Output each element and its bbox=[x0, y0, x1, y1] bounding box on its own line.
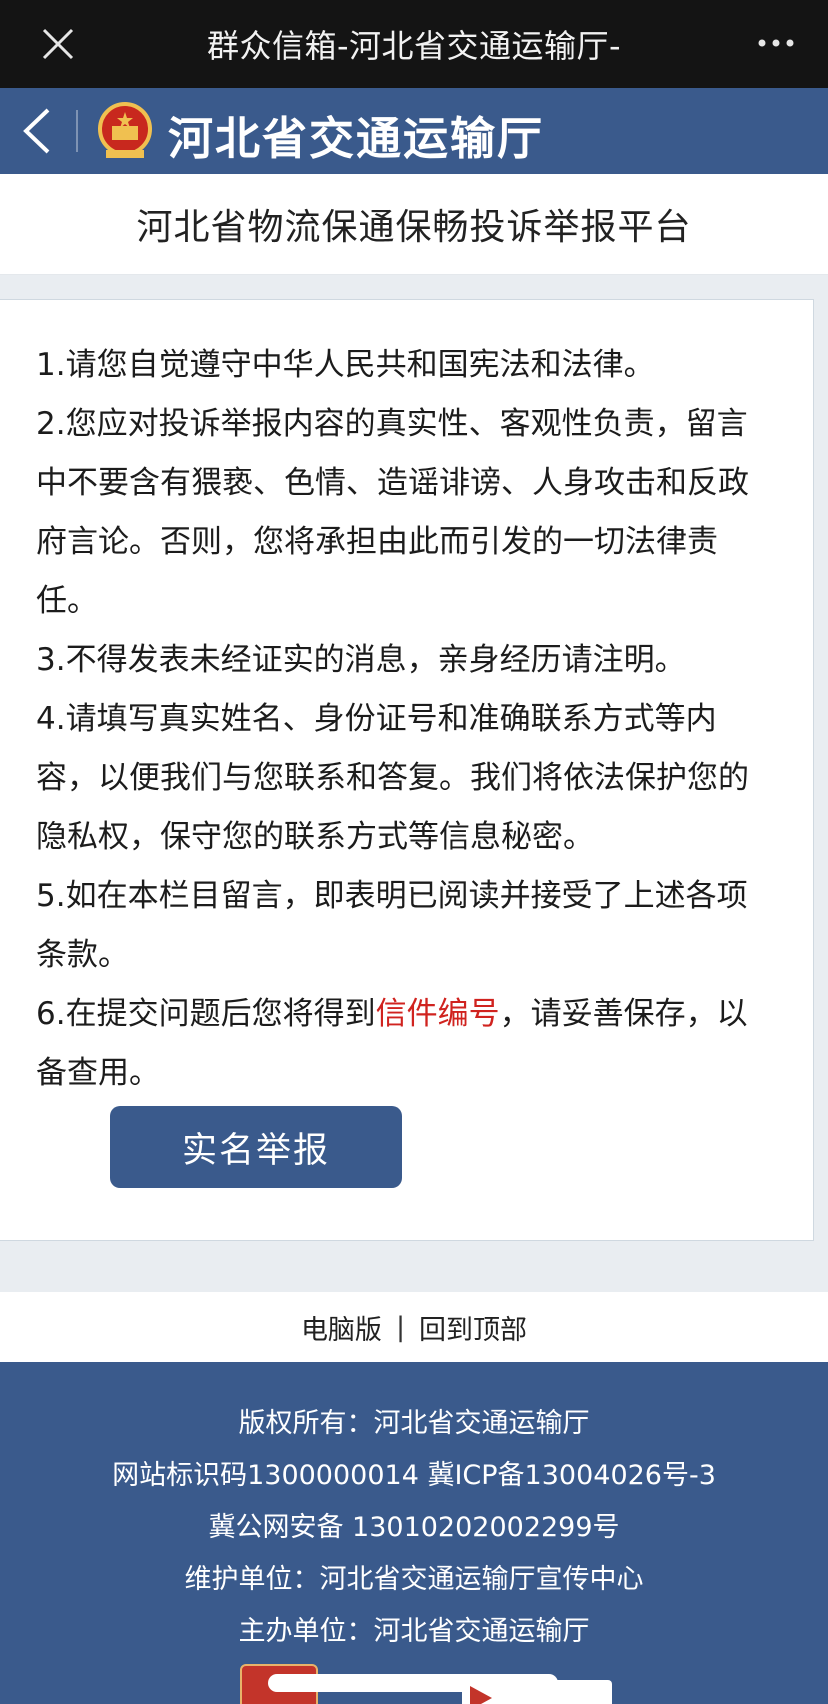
site-name: 河北省交通运输厅 bbox=[168, 112, 545, 165]
police-record-text: 冀公网安备 13010202002299号 bbox=[208, 1512, 620, 1543]
header-divider bbox=[76, 110, 78, 152]
back-to-top-link[interactable]: 回到顶部 bbox=[419, 1308, 527, 1347]
close-icon[interactable] bbox=[38, 24, 78, 64]
platform-header: 河北省物流保通保畅投诉举报平台 bbox=[0, 174, 828, 275]
site-header: 河北省交通运输厅 bbox=[0, 88, 828, 174]
letter-number-highlight: 信件编号 bbox=[375, 996, 500, 1032]
page-title: 群众信箱-河北省交通运输厅- bbox=[206, 27, 622, 65]
site-id-text: 网站标识码1300000014 冀ICP备13004026号-3 bbox=[112, 1460, 716, 1491]
footer-links: 电脑版 | 回到顶部 bbox=[0, 1292, 828, 1362]
notice-card: 1.请您自觉遵守中华人民共和国宪法和法律。 2.您应对投诉举报内容的真实性、客观… bbox=[0, 299, 814, 1241]
site-footer: 版权所有：河北省交通运输厅 网站标识码1300000014 冀ICP备13004… bbox=[0, 1362, 828, 1704]
link-separator: | bbox=[395, 1311, 406, 1343]
desktop-version-link[interactable]: 电脑版 bbox=[301, 1308, 382, 1347]
notice-item: 1.请您自觉遵守中华人民共和国宪法和法律。 bbox=[36, 347, 655, 383]
notice-item: 6.在提交问题后您将得到信件编号，请妥善保存，以备查用。 bbox=[36, 985, 777, 1103]
error-report-badge-icon[interactable] bbox=[462, 1680, 612, 1704]
national-emblem-icon bbox=[98, 102, 152, 158]
notice-item: 3.不得发表未经证实的消息，亲身经历请注明。 bbox=[36, 642, 686, 678]
chevron-left-icon[interactable] bbox=[18, 106, 58, 156]
notice-item: 2.您应对投诉举报内容的真实性、客观性负责，留言中不要含有猥亵、色情、造谣诽谤、… bbox=[36, 406, 749, 619]
content-area: 1.请您自觉遵守中华人民共和国宪法和法律。 2.您应对投诉举报内容的真实性、客观… bbox=[0, 275, 828, 1292]
real-name-report-button[interactable]: 实名举报 bbox=[110, 1106, 402, 1188]
notice-item: 5.如在本栏目留言，即表明已阅读并接受了上述各项条款。 bbox=[36, 878, 748, 973]
browser-topbar: 群众信箱-河北省交通运输厅- bbox=[0, 0, 828, 88]
notice-item-text: 6.在提交问题后您将得到 bbox=[36, 996, 376, 1032]
platform-title: 河北省物流保通保畅投诉举报平台 bbox=[136, 207, 692, 248]
copyright-text: 版权所有：河北省交通运输厅 bbox=[238, 1408, 590, 1439]
maintainer-text: 维护单位：河北省交通运输厅宣传中心 bbox=[184, 1564, 644, 1595]
sponsor-text: 主办单位：河北省交通运输厅 bbox=[238, 1616, 590, 1647]
more-icon[interactable] bbox=[754, 28, 798, 58]
notice-item: 4.请填写真实姓名、身份证号和准确联系方式等内容，以便我们与您联系和答复。我们将… bbox=[36, 701, 749, 855]
